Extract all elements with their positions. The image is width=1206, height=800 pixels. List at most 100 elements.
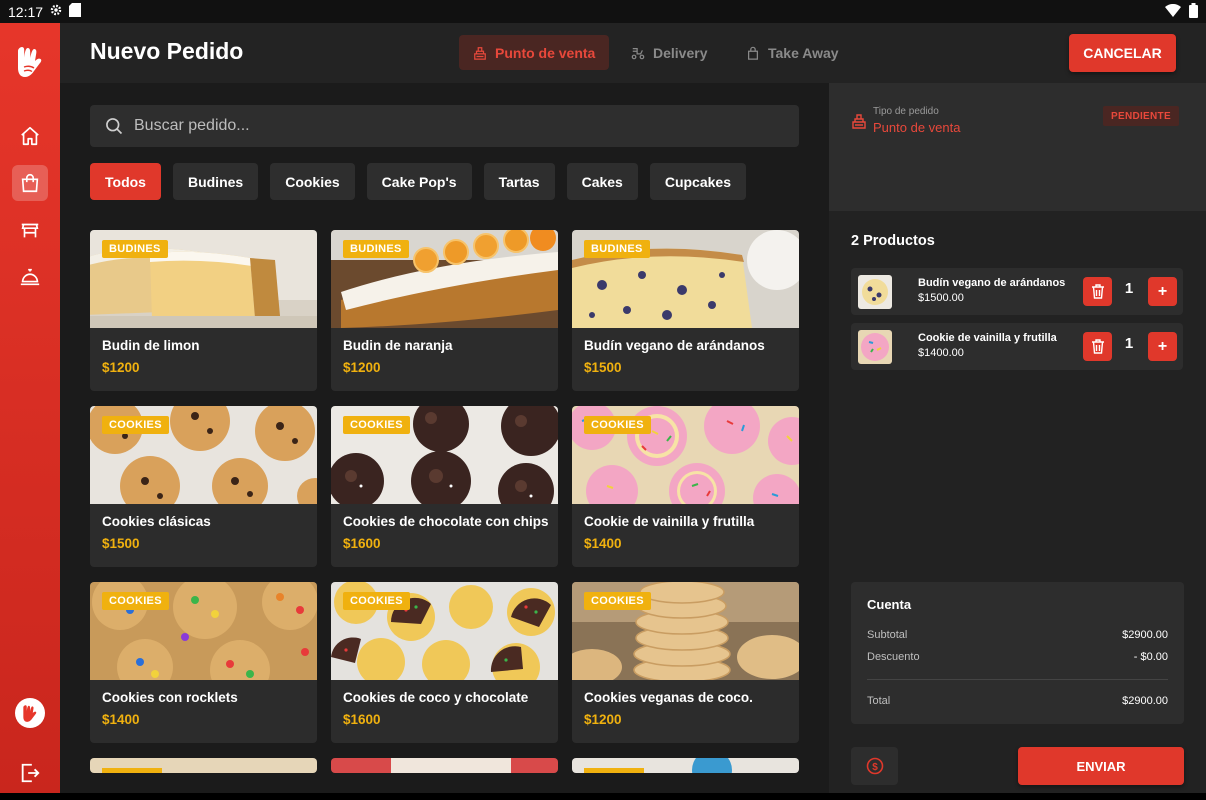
cart-item-price: $1400.00	[918, 347, 964, 359]
product-name: Cookies de coco y chocolate	[343, 690, 529, 705]
product-image: COOKIES	[572, 406, 799, 504]
product-image: BUDINES	[90, 230, 317, 328]
battery-icon	[1189, 2, 1198, 21]
nav-home[interactable]	[12, 118, 48, 154]
product-card-partial[interactable]	[331, 758, 558, 773]
product-image: BUDINES	[572, 230, 799, 328]
tab-delivery[interactable]: Delivery	[617, 35, 721, 70]
increase-quantity-button[interactable]: +	[1148, 332, 1177, 361]
category-chip-budines[interactable]: Budines	[172, 163, 259, 200]
category-chip-tartas[interactable]: Tartas	[483, 163, 555, 200]
discount-label: Descuento	[867, 651, 920, 663]
tab-take-away[interactable]: Take Away	[732, 35, 853, 70]
product-image: COOKIES	[331, 582, 558, 680]
product-image	[90, 758, 317, 773]
category-chip-cake-pops[interactable]: Cake Pop's	[366, 163, 472, 200]
total-row: Total $2900.00	[867, 695, 1168, 707]
category-badge: BUDINES	[343, 240, 409, 258]
product-image	[572, 758, 799, 773]
register-icon	[851, 113, 867, 134]
sd-card-icon	[69, 3, 82, 20]
product-name: Budín vegano de arándanos	[584, 338, 765, 353]
discount-row: Descuento - $0.00	[867, 651, 1168, 663]
product-image: COOKIES	[572, 582, 799, 680]
product-price: $1200	[584, 712, 622, 727]
product-price: $1600	[343, 712, 381, 727]
product-card[interactable]: COOKIES Cookie de vainilla y frutilla $1…	[572, 406, 799, 567]
order-type-label: Tipo de pedido	[873, 106, 939, 117]
product-image	[331, 758, 558, 773]
trash-icon	[1091, 284, 1104, 299]
cloche-icon	[20, 268, 40, 286]
category-chip-cupcakes[interactable]: Cupcakes	[649, 163, 746, 200]
search-icon	[106, 118, 123, 135]
category-badge: BUDINES	[584, 240, 650, 258]
product-name: Cookies clásicas	[102, 514, 211, 529]
remove-item-button[interactable]	[1083, 332, 1112, 361]
shopping-bag-icon	[21, 174, 39, 193]
cart-item-quantity: 1	[1124, 280, 1134, 297]
product-card[interactable]: BUDINES Budin de limon $1200	[90, 230, 317, 391]
product-card[interactable]: COOKIES Cookies con rocklets $1400	[90, 582, 317, 743]
product-card[interactable]: COOKIES Cookies clásicas $1500	[90, 406, 317, 567]
home-icon	[21, 126, 39, 146]
cart-item-price: $1500.00	[918, 292, 964, 304]
settings-icon	[49, 3, 63, 20]
logout-button[interactable]	[16, 759, 44, 787]
search-bar[interactable]	[90, 105, 799, 147]
product-image: BUDINES	[331, 230, 558, 328]
nav-orders[interactable]	[12, 165, 48, 201]
category-chip-cakes[interactable]: Cakes	[566, 163, 638, 200]
remove-item-button[interactable]	[1083, 277, 1112, 306]
nav-kitchen[interactable]	[12, 259, 48, 295]
order-panel: Tipo de pedido Punto de venta PENDIENTE …	[829, 83, 1206, 793]
cancel-button[interactable]: CANCELAR	[1069, 34, 1176, 72]
product-name: Cookies con rocklets	[102, 690, 238, 705]
scooter-icon	[631, 47, 645, 59]
product-card-partial[interactable]	[90, 758, 317, 773]
sidebar	[0, 23, 60, 793]
category-chip-todos[interactable]: Todos	[90, 163, 161, 200]
product-card[interactable]: COOKIES Cookies veganas de coco. $1200	[572, 582, 799, 743]
cart-item-image	[858, 330, 892, 364]
payment-button[interactable]: $	[851, 747, 898, 785]
category-badge: COOKIES	[343, 592, 410, 610]
product-card-partial[interactable]	[572, 758, 799, 773]
product-price: $1200	[343, 360, 381, 375]
clock: 12:17	[8, 3, 44, 20]
wifi-icon	[1165, 3, 1181, 20]
product-card[interactable]: BUDINES Budin de naranja $1200	[331, 230, 558, 391]
account-title: Cuenta	[867, 597, 912, 612]
product-price: $1400	[102, 712, 140, 727]
bag-icon	[748, 46, 758, 60]
product-price: $1200	[102, 360, 140, 375]
product-image: COOKIES	[90, 406, 317, 504]
send-button[interactable]: ENVIAR	[1018, 747, 1184, 785]
discount-value: - $0.00	[1133, 651, 1168, 663]
search-input[interactable]	[134, 117, 734, 135]
account-summary: Cuenta Subtotal $2900.00 Descuento - $0.…	[851, 582, 1184, 724]
category-badge: COOKIES	[102, 592, 169, 610]
user-avatar[interactable]	[15, 698, 45, 728]
product-card[interactable]: BUDINES Budín vegano de arándanos $1500	[572, 230, 799, 391]
tab-punto-de-venta[interactable]: Punto de venta	[459, 35, 610, 70]
total-label: Total	[867, 695, 891, 707]
product-name: Budin de naranja	[343, 338, 453, 353]
nav-tables[interactable]	[12, 212, 48, 248]
product-card[interactable]: COOKIES Cookies de chocolate con chips $…	[331, 406, 558, 567]
top-header: Nuevo Pedido Punto de venta Delivery Tak…	[60, 23, 1206, 83]
cart-item-name: Budín vegano de arándanos	[918, 277, 1066, 289]
increase-quantity-button[interactable]: +	[1148, 277, 1177, 306]
product-name: Cookie de vainilla y frutilla	[584, 514, 755, 529]
plus-icon: +	[1157, 337, 1168, 355]
category-badge: COOKIES	[343, 416, 410, 434]
category-badge: BUDINES	[102, 240, 168, 258]
tab-label: Delivery	[653, 44, 708, 61]
register-icon	[474, 46, 486, 60]
product-card[interactable]: COOKIES Cookies de coco y chocolate $160…	[331, 582, 558, 743]
product-name: Cookies de chocolate con chips	[343, 514, 549, 529]
category-badge: COOKIES	[584, 416, 651, 434]
category-chip-cookies[interactable]: Cookies	[270, 163, 355, 200]
category-filter: Todos Budines Cookies Cake Pop's Tartas …	[90, 163, 746, 200]
cart-item: Cookie de vainilla y frutilla $1400.00 1…	[851, 323, 1183, 370]
